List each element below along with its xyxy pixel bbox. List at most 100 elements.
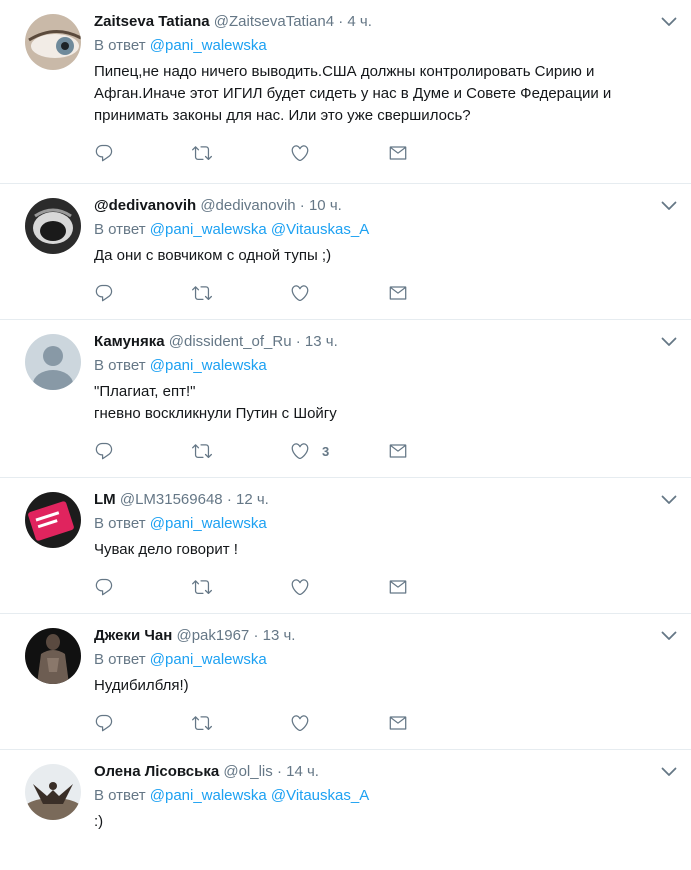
dm-button[interactable] [388,283,486,303]
user-handle[interactable]: @dedivanovih [200,197,295,214]
reply-prefix: В ответ [94,357,146,374]
timestamp[interactable]: 4 ч. [347,13,372,30]
tweet[interactable]: LM @LM31569648 · 12 ч. В ответ @pani_wal… [0,478,691,614]
reply-context: В ответ @pani_walewska [94,650,675,670]
chevron-down-icon[interactable] [661,494,677,506]
user-name[interactable]: Джеки Чан [94,627,172,644]
avatar[interactable] [25,492,81,548]
avatar[interactable] [25,14,81,70]
tweet-line: Да они с вовчиком с одной тупы ;) [94,247,332,264]
tweet-line: Афган.Иначе этот ИГИЛ будет сидеть у нас… [94,85,612,102]
user-name[interactable]: Zaitseva Tatiana [94,13,210,30]
separator: · [299,197,305,214]
tweet-line: принимать законы для нас. Или это уже св… [94,107,471,124]
user-handle[interactable]: @dissident_of_Ru [169,333,292,350]
timestamp[interactable]: 14 ч. [286,763,319,780]
tweet-text: Нудибилбля!) [94,675,675,697]
separator: · [338,13,344,30]
separator: · [295,333,301,350]
user-name[interactable]: LM [94,491,116,508]
user-handle[interactable]: @pak1967 [176,627,249,644]
like-button[interactable] [290,713,388,733]
avatar[interactable] [25,198,81,254]
separator: · [276,763,282,780]
tweet-header: Олена Лісовська @ol_lis · 14 ч. [94,762,675,782]
reply-prefix: В ответ [94,221,146,238]
dm-button[interactable] [388,143,486,163]
retweet-icon [192,441,212,461]
reply-icon [94,577,114,597]
chevron-down-icon[interactable] [661,766,677,778]
reply-mention[interactable]: @pani_walewska [150,651,267,668]
avatar-photo-icon [25,764,81,820]
reply-mention[interactable]: @pani_walewska [150,357,267,374]
retweet-button[interactable] [192,713,290,733]
dm-button[interactable] [388,441,486,461]
tweet-line: :) [94,813,104,830]
tweet[interactable]: Олена Лісовська @ol_lis · 14 ч. В ответ … [0,750,691,870]
retweet-button[interactable] [192,143,290,163]
like-button[interactable] [290,283,388,303]
tweet-line: Пипец,не надо ничего выводить.США должны… [94,63,595,80]
tweet-text: Пипец,не надо ничего выводить.США должны… [94,61,675,127]
retweet-button[interactable] [192,577,290,597]
avatar[interactable] [25,628,81,684]
avatar[interactable] [25,334,81,390]
chevron-down-icon[interactable] [661,200,677,212]
tweet-actions [94,567,675,607]
envelope-icon [388,283,408,303]
like-button[interactable] [290,577,388,597]
reply-mention[interactable]: @pani_walewska [150,787,267,804]
reply-mention[interactable]: @pani_walewska [150,515,267,532]
timestamp[interactable]: 13 ч. [263,627,296,644]
chevron-down-icon[interactable] [661,336,677,348]
reply-mention[interactable]: @Vitauskas_A [271,787,369,804]
retweet-button[interactable] [192,441,290,461]
heart-icon [290,577,310,597]
user-name[interactable]: @dedivanovih [94,197,196,214]
tweet[interactable]: Камуняка @dissident_of_Ru · 13 ч. В отве… [0,320,691,478]
tweet-text: Да они с вовчиком с одной тупы ;) [94,245,675,267]
retweet-icon [192,283,212,303]
chevron-down-icon[interactable] [661,16,677,28]
reply-mention[interactable]: @Vitauskas_A [271,221,369,238]
timestamp[interactable]: 12 ч. [236,491,269,508]
tweet[interactable]: Zaitseva Tatiana @ZaitsevaTatian4 · 4 ч.… [0,0,691,184]
dm-button[interactable] [388,577,486,597]
tweet[interactable]: Джеки Чан @pak1967 · 13 ч. В ответ @pani… [0,614,691,750]
tweet-line: Чувак дело говорит ! [94,541,238,558]
reply-button[interactable] [94,577,192,597]
envelope-icon [388,441,408,461]
reply-button[interactable] [94,441,192,461]
user-handle[interactable]: @ZaitsevaTatian4 [214,13,334,30]
reply-button[interactable] [94,143,192,163]
tweet-actions [94,273,675,313]
reply-prefix: В ответ [94,37,146,54]
reply-mention[interactable]: @pani_walewska [150,37,267,54]
avatar-photo-icon [25,198,81,254]
like-button[interactable]: 3 [290,441,388,461]
dm-button[interactable] [388,713,486,733]
user-handle[interactable]: @ol_lis [223,763,272,780]
reply-icon [94,713,114,733]
tweet-actions [94,133,675,173]
user-name[interactable]: Камуняка [94,333,165,350]
timestamp[interactable]: 10 ч. [309,197,342,214]
user-handle[interactable]: @LM31569648 [120,491,223,508]
heart-icon [290,441,310,461]
heart-icon [290,713,310,733]
reply-button[interactable] [94,713,192,733]
reply-prefix: В ответ [94,651,146,668]
avatar[interactable] [25,764,81,820]
like-button[interactable] [290,143,388,163]
envelope-icon [388,713,408,733]
retweet-button[interactable] [192,283,290,303]
user-name[interactable]: Олена Лісовська [94,763,219,780]
tweet[interactable]: @dedivanovih @dedivanovih · 10 ч. В отве… [0,184,691,320]
tweet-text: "Плагиат, епт!" гневно воскликнули Путин… [94,381,675,425]
retweet-icon [192,143,212,163]
reply-mention[interactable]: @pani_walewska [150,221,267,238]
timestamp[interactable]: 13 ч. [305,333,338,350]
reply-button[interactable] [94,283,192,303]
chevron-down-icon[interactable] [661,630,677,642]
